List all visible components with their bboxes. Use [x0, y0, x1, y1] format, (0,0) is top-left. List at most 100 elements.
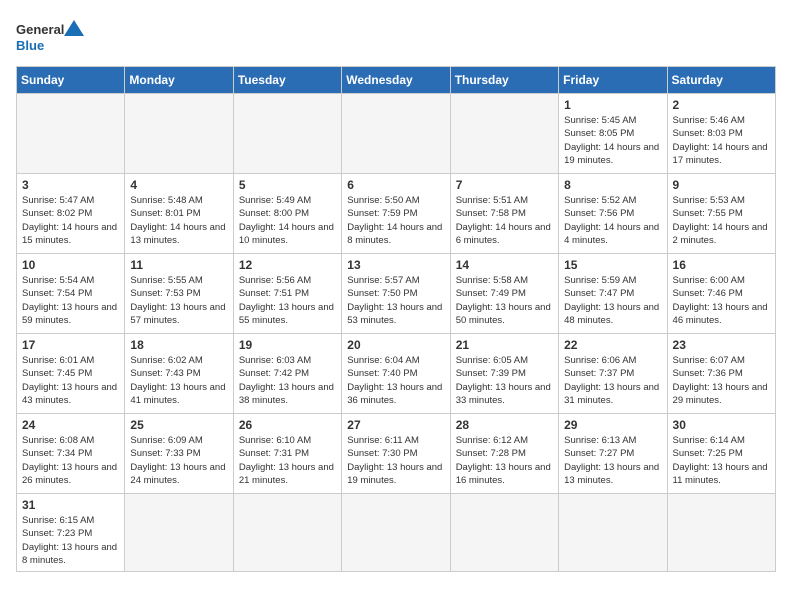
weekday-header-wednesday: Wednesday — [342, 67, 450, 94]
svg-text:Blue: Blue — [16, 38, 44, 53]
svg-text:General: General — [16, 22, 64, 37]
calendar-week-row: 17 Sunrise: 6:01 AM Sunset: 7:45 PM Dayli… — [17, 334, 776, 414]
calendar-cell — [125, 94, 233, 174]
day-info: Sunrise: 5:52 AM Sunset: 7:56 PM Dayligh… — [564, 194, 661, 247]
day-number: 25 — [130, 418, 227, 432]
day-number: 24 — [22, 418, 119, 432]
weekday-header-saturday: Saturday — [667, 67, 775, 94]
day-number: 22 — [564, 338, 661, 352]
day-info: Sunrise: 6:13 AM Sunset: 7:27 PM Dayligh… — [564, 434, 661, 487]
weekday-header-sunday: Sunday — [17, 67, 125, 94]
day-number: 13 — [347, 258, 444, 272]
day-info: Sunrise: 6:07 AM Sunset: 7:36 PM Dayligh… — [673, 354, 770, 407]
day-info: Sunrise: 5:51 AM Sunset: 7:58 PM Dayligh… — [456, 194, 553, 247]
day-info: Sunrise: 5:57 AM Sunset: 7:50 PM Dayligh… — [347, 274, 444, 327]
weekday-header-thursday: Thursday — [450, 67, 558, 94]
calendar-cell: 20 Sunrise: 6:04 AM Sunset: 7:40 PM Dayli… — [342, 334, 450, 414]
day-number: 1 — [564, 98, 661, 112]
day-number: 11 — [130, 258, 227, 272]
day-number: 21 — [456, 338, 553, 352]
day-info: Sunrise: 5:56 AM Sunset: 7:51 PM Dayligh… — [239, 274, 336, 327]
calendar-cell: 7 Sunrise: 5:51 AM Sunset: 7:58 PM Daylig… — [450, 174, 558, 254]
calendar-week-row: 1 Sunrise: 5:45 AM Sunset: 8:05 PM Daylig… — [17, 94, 776, 174]
day-number: 12 — [239, 258, 336, 272]
calendar-cell: 24Sunrise: 6:08 AM Sunset: 7:34 PM Dayli… — [17, 414, 125, 494]
logo: General Blue — [16, 16, 86, 56]
day-number: 18 — [130, 338, 227, 352]
day-number: 16 — [673, 258, 770, 272]
calendar-cell: 9 Sunrise: 5:53 AM Sunset: 7:55 PM Daylig… — [667, 174, 775, 254]
calendar-cell: 29 Sunrise: 6:13 AM Sunset: 7:27 PM Dayli… — [559, 414, 667, 494]
day-info: Sunrise: 5:48 AM Sunset: 8:01 PM Dayligh… — [130, 194, 227, 247]
day-info: Sunrise: 5:54 AM Sunset: 7:54 PM Dayligh… — [22, 274, 119, 327]
calendar-cell: 31Sunrise: 6:15 AM Sunset: 7:23 PM Dayli… — [17, 494, 125, 572]
calendar-cell — [450, 494, 558, 572]
day-info: Sunrise: 5:58 AM Sunset: 7:49 PM Dayligh… — [456, 274, 553, 327]
day-info: Sunrise: 5:47 AM Sunset: 8:02 PM Dayligh… — [22, 194, 119, 247]
calendar-cell: 3Sunrise: 5:47 AM Sunset: 8:02 PM Daylig… — [17, 174, 125, 254]
calendar-cell — [233, 494, 341, 572]
calendar-cell: 25 Sunrise: 6:09 AM Sunset: 7:33 PM Dayli… — [125, 414, 233, 494]
day-info: Sunrise: 5:53 AM Sunset: 7:55 PM Dayligh… — [673, 194, 770, 247]
day-info: Sunrise: 6:04 AM Sunset: 7:40 PM Dayligh… — [347, 354, 444, 407]
calendar-cell — [667, 494, 775, 572]
day-info: Sunrise: 5:50 AM Sunset: 7:59 PM Dayligh… — [347, 194, 444, 247]
day-number: 30 — [673, 418, 770, 432]
day-number: 19 — [239, 338, 336, 352]
calendar-table: SundayMondayTuesdayWednesdayThursdayFrid… — [16, 66, 776, 572]
calendar-cell: 26Sunrise: 6:10 AM Sunset: 7:31 PM Dayli… — [233, 414, 341, 494]
day-info: Sunrise: 6:14 AM Sunset: 7:25 PM Dayligh… — [673, 434, 770, 487]
day-info: Sunrise: 6:11 AM Sunset: 7:30 PM Dayligh… — [347, 434, 444, 487]
day-number: 17 — [22, 338, 119, 352]
calendar-cell: 10Sunrise: 5:54 AM Sunset: 7:54 PM Dayli… — [17, 254, 125, 334]
calendar-week-row: 3Sunrise: 5:47 AM Sunset: 8:02 PM Daylig… — [17, 174, 776, 254]
page-header: General Blue — [16, 16, 776, 56]
day-number: 20 — [347, 338, 444, 352]
calendar-cell: 22 Sunrise: 6:06 AM Sunset: 7:37 PM Dayli… — [559, 334, 667, 414]
calendar-cell: 13 Sunrise: 5:57 AM Sunset: 7:50 PM Dayli… — [342, 254, 450, 334]
day-number: 29 — [564, 418, 661, 432]
day-number: 28 — [456, 418, 553, 432]
calendar-cell: 11Sunrise: 5:55 AM Sunset: 7:53 PM Dayli… — [125, 254, 233, 334]
day-number: 15 — [564, 258, 661, 272]
calendar-cell: 6Sunrise: 5:50 AM Sunset: 7:59 PM Daylig… — [342, 174, 450, 254]
day-number: 27 — [347, 418, 444, 432]
day-info: Sunrise: 6:05 AM Sunset: 7:39 PM Dayligh… — [456, 354, 553, 407]
day-info: Sunrise: 6:06 AM Sunset: 7:37 PM Dayligh… — [564, 354, 661, 407]
day-info: Sunrise: 5:45 AM Sunset: 8:05 PM Dayligh… — [564, 114, 661, 167]
day-info: Sunrise: 6:01 AM Sunset: 7:45 PM Dayligh… — [22, 354, 119, 407]
calendar-cell: 2Sunrise: 5:46 AM Sunset: 8:03 PM Daylig… — [667, 94, 775, 174]
calendar-cell: 17 Sunrise: 6:01 AM Sunset: 7:45 PM Dayli… — [17, 334, 125, 414]
calendar-cell: 1 Sunrise: 5:45 AM Sunset: 8:05 PM Daylig… — [559, 94, 667, 174]
calendar-cell: 30 Sunrise: 6:14 AM Sunset: 7:25 PM Dayli… — [667, 414, 775, 494]
calendar-cell: 8 Sunrise: 5:52 AM Sunset: 7:56 PM Daylig… — [559, 174, 667, 254]
calendar-cell: 16Sunrise: 6:00 AM Sunset: 7:46 PM Dayli… — [667, 254, 775, 334]
calendar-cell — [559, 494, 667, 572]
day-number: 5 — [239, 178, 336, 192]
day-number: 4 — [130, 178, 227, 192]
day-info: Sunrise: 5:49 AM Sunset: 8:00 PM Dayligh… — [239, 194, 336, 247]
calendar-cell — [125, 494, 233, 572]
weekday-header-monday: Monday — [125, 67, 233, 94]
day-info: Sunrise: 6:12 AM Sunset: 7:28 PM Dayligh… — [456, 434, 553, 487]
calendar-cell: 21 Sunrise: 6:05 AM Sunset: 7:39 PM Dayli… — [450, 334, 558, 414]
day-info: Sunrise: 5:59 AM Sunset: 7:47 PM Dayligh… — [564, 274, 661, 327]
day-number: 23 — [673, 338, 770, 352]
day-number: 7 — [456, 178, 553, 192]
weekday-header-friday: Friday — [559, 67, 667, 94]
day-number: 8 — [564, 178, 661, 192]
calendar-cell — [17, 94, 125, 174]
calendar-cell: 15 Sunrise: 5:59 AM Sunset: 7:47 PM Dayli… — [559, 254, 667, 334]
calendar-cell: 19 Sunrise: 6:03 AM Sunset: 7:42 PM Dayli… — [233, 334, 341, 414]
day-number: 14 — [456, 258, 553, 272]
calendar-cell: 18Sunrise: 6:02 AM Sunset: 7:43 PM Dayli… — [125, 334, 233, 414]
day-info: Sunrise: 6:10 AM Sunset: 7:31 PM Dayligh… — [239, 434, 336, 487]
calendar-week-row: 31Sunrise: 6:15 AM Sunset: 7:23 PM Dayli… — [17, 494, 776, 572]
generalblue-logo: General Blue — [16, 16, 86, 56]
day-number: 9 — [673, 178, 770, 192]
day-info: Sunrise: 6:09 AM Sunset: 7:33 PM Dayligh… — [130, 434, 227, 487]
calendar-cell: 23 Sunrise: 6:07 AM Sunset: 7:36 PM Dayli… — [667, 334, 775, 414]
day-info: Sunrise: 6:03 AM Sunset: 7:42 PM Dayligh… — [239, 354, 336, 407]
calendar-cell: 14 Sunrise: 5:58 AM Sunset: 7:49 PM Dayli… — [450, 254, 558, 334]
weekday-header-row: SundayMondayTuesdayWednesdayThursdayFrid… — [17, 67, 776, 94]
